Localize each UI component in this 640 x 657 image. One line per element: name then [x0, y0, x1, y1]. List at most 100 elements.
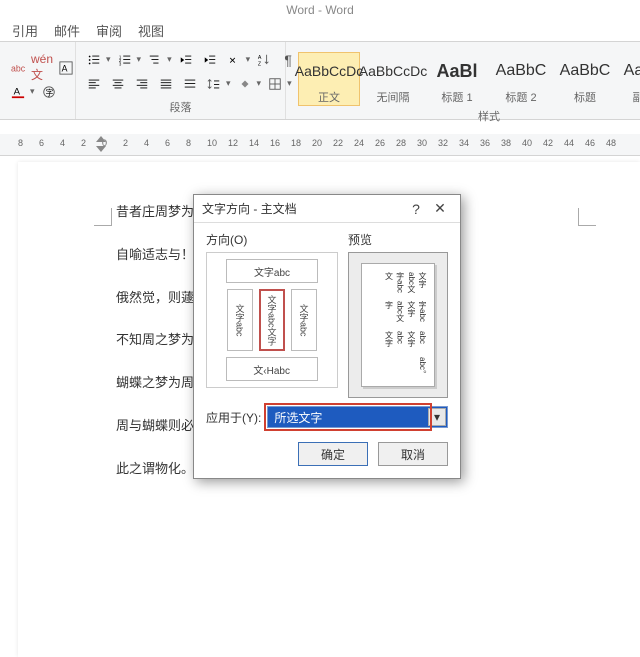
preview-label: 预览 — [348, 231, 448, 248]
ruler-tick: 44 — [564, 138, 574, 148]
apply-to-select[interactable]: 所选文字 ▾ — [267, 406, 448, 428]
preview-box: 文字abc文字abc文 字abc文字abc文字 abc文字abc文字 abc。 — [348, 252, 448, 398]
sort-icon[interactable]: AZ — [254, 50, 274, 70]
orientation-rotated[interactable]: 文‹Habc — [226, 357, 318, 381]
tab-mailings[interactable]: 邮件 — [54, 21, 80, 40]
enclose-char-icon[interactable]: wén文 — [32, 58, 52, 78]
ruler-tick: 32 — [438, 138, 448, 148]
ruler-tick: 4 — [60, 138, 65, 148]
shading-icon[interactable] — [235, 74, 255, 94]
align-left-icon[interactable] — [84, 74, 104, 94]
svg-text:A: A — [62, 63, 68, 73]
ruler-tick: 36 — [480, 138, 490, 148]
phonetic-guide-icon[interactable]: abc — [8, 58, 28, 78]
chevron-down-icon[interactable]: ▾ — [428, 408, 446, 426]
ruler-tick: 48 — [606, 138, 616, 148]
tab-review[interactable]: 审阅 — [96, 21, 122, 40]
style-nospace[interactable]: AaBbCcDc无间隔 — [362, 52, 424, 106]
style-subtitle[interactable]: AaBbC副标题 — [618, 52, 640, 106]
ruler-tick: 38 — [501, 138, 511, 148]
dropdown-icon[interactable]: ▾ — [246, 54, 251, 65]
dropdown-icon[interactable]: ▾ — [137, 54, 142, 65]
tab-view[interactable]: 视图 — [138, 21, 164, 40]
svg-text:✕: ✕ — [228, 55, 235, 65]
ruler-tick: 2 — [123, 138, 128, 148]
orientation-options: 文字abc 文字abc 文字abc文字 文字abc 文‹Habc — [206, 252, 338, 388]
ruler-tick: 46 — [585, 138, 595, 148]
tab-references[interactable]: 引用 — [12, 21, 38, 40]
close-icon[interactable]: ✕ — [428, 197, 452, 221]
ruler-tick: 20 — [312, 138, 322, 148]
multilevel-icon[interactable] — [145, 50, 165, 70]
increase-indent-icon[interactable] — [200, 50, 220, 70]
orientation-horizontal[interactable]: 文字abc — [226, 259, 318, 283]
svg-text:字: 字 — [45, 87, 53, 97]
ruler-tick: 6 — [39, 138, 44, 148]
style-h2[interactable]: AaBbC标题 2 — [490, 52, 552, 106]
align-right-icon[interactable] — [132, 74, 152, 94]
svg-text:Z: Z — [258, 61, 262, 67]
window-title: Word - Word — [0, 0, 640, 20]
style-title[interactable]: AaBbC标题 — [554, 52, 616, 106]
borders-icon[interactable] — [265, 74, 285, 94]
dialog-title: 文字方向 - 主文档 — [202, 200, 404, 217]
ok-button[interactable]: 确定 — [298, 442, 368, 466]
dropdown-icon[interactable]: ▾ — [257, 78, 262, 89]
ruler-tick: 10 — [207, 138, 217, 148]
ruler-tick: 24 — [354, 138, 364, 148]
line-spacing-icon[interactable] — [204, 74, 224, 94]
margin-corner-icon — [578, 208, 596, 226]
ruler-tick: 4 — [144, 138, 149, 148]
decrease-indent-icon[interactable] — [176, 50, 196, 70]
ruler-tick: 26 — [375, 138, 385, 148]
dropdown-icon[interactable]: ▾ — [167, 54, 172, 65]
ruler-tick: 40 — [522, 138, 532, 148]
paragraph-group-label: 段落 — [84, 97, 277, 115]
char-border-icon[interactable]: A — [56, 58, 76, 78]
text-direction-dialog: 文字方向 - 主文档 ? ✕ 方向(O) 文字abc 文字abc 文字abc文字… — [193, 194, 461, 479]
ruler-tick: 14 — [249, 138, 259, 148]
help-icon[interactable]: ? — [404, 197, 428, 221]
style-h1[interactable]: AaBl标题 1 — [426, 52, 488, 106]
dialog-titlebar[interactable]: 文字方向 - 主文档 ? ✕ — [194, 195, 460, 223]
ribbon-tabs: 引用 邮件 审阅 视图 — [0, 20, 640, 42]
styles-gallery: AaBbCcDc正文 AaBbCcDc无间隔 AaBl标题 1 AaBbC标题 … — [294, 46, 640, 106]
indent-marker-icon[interactable] — [96, 136, 106, 152]
preview-page: 文字abc文字abc文 字abc文字abc文字 abc文字abc文字 abc。 — [361, 263, 435, 387]
text-direction-icon[interactable]: ✕ — [224, 50, 244, 70]
cancel-button[interactable]: 取消 — [378, 442, 448, 466]
styles-group-label: 样式 — [294, 106, 640, 124]
style-normal[interactable]: AaBbCcDc正文 — [298, 52, 360, 106]
orientation-vertical-3[interactable]: 文字abc — [291, 289, 317, 351]
bullets-icon[interactable] — [84, 50, 104, 70]
apply-to-label: 应用于(Y): — [206, 409, 261, 426]
justify-icon[interactable] — [156, 74, 176, 94]
ruler-tick: 34 — [459, 138, 469, 148]
ruler-tick: 28 — [396, 138, 406, 148]
horizontal-ruler[interactable]: 8642024681012141618202224262830323436384… — [0, 134, 640, 156]
numbering-icon[interactable]: 123 — [115, 50, 135, 70]
svg-text:abc: abc — [11, 63, 25, 73]
ruler-tick: 30 — [417, 138, 427, 148]
align-center-icon[interactable] — [108, 74, 128, 94]
enclose-icon[interactable]: 字 — [39, 82, 59, 102]
ribbon: abc wén文 A A▾ 字 ▾ 123▾ ▾ ✕ — [0, 42, 640, 120]
svg-text:A: A — [258, 55, 262, 61]
ruler-tick: 8 — [18, 138, 23, 148]
dropdown-icon[interactable]: ▾ — [226, 78, 231, 89]
orientation-vertical-2[interactable]: 文字abc文字 — [259, 289, 285, 351]
dropdown-icon[interactable]: ▾ — [30, 86, 35, 97]
ruler-tick: 18 — [291, 138, 301, 148]
ruler-tick: 42 — [543, 138, 553, 148]
ruler-tick: 16 — [270, 138, 280, 148]
ruler-tick: 22 — [333, 138, 343, 148]
ruler-tick: 2 — [81, 138, 86, 148]
margin-corner-icon — [94, 208, 112, 226]
svg-text:A: A — [14, 86, 21, 97]
font-color-icon[interactable]: A — [8, 82, 28, 102]
dropdown-icon[interactable]: ▾ — [106, 54, 111, 65]
orientation-vertical-1[interactable]: 文字abc — [227, 289, 253, 351]
ruler-tick: 12 — [228, 138, 238, 148]
distribute-icon[interactable] — [180, 74, 200, 94]
group-label — [8, 113, 67, 115]
